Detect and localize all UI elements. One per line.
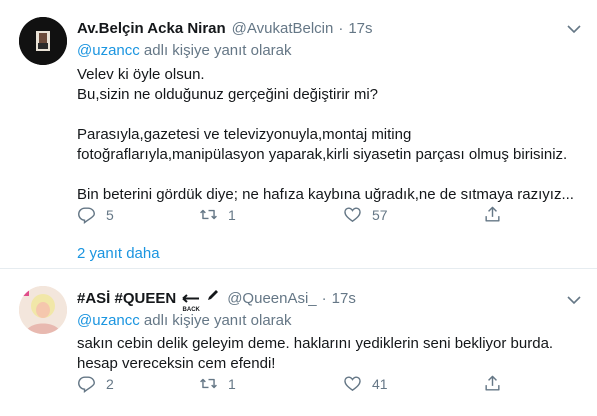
reply-button[interactable]: 2 (77, 374, 114, 393)
reply-suffix: adlı kişiye yanıt olarak (139, 312, 292, 329)
tweet-line: Parasıyla,gazetesi ve televizyonuyla,mon… (77, 126, 412, 143)
retweet-count: 1 (228, 375, 236, 392)
timestamp[interactable]: 17s (348, 20, 372, 37)
retweet-icon (200, 378, 217, 389)
display-name[interactable]: Av.Belçin Acka Niran (77, 20, 226, 37)
tweet-text: Velev ki öyle olsun. Bu,sizin ne olduğun… (77, 65, 582, 205)
tweet-text: sakın cebin delik geleyim deme. hakların… (77, 334, 582, 374)
retweet-icon (200, 209, 217, 220)
reply-count: 2 (106, 375, 114, 392)
show-more-replies-link[interactable]: 2 yanıt daha (77, 245, 160, 262)
share-icon (485, 206, 500, 222)
share-icon (485, 375, 500, 391)
avatar[interactable] (19, 17, 67, 65)
tweet-line: Bu,sizin ne olduğunuz gerçeğini değiştir… (77, 86, 378, 103)
display-name[interactable]: #ASİ #QUEEN (77, 290, 176, 307)
share-button[interactable] (483, 374, 502, 393)
retweet-count: 1 (228, 206, 236, 223)
tweet[interactable]: #ASİ #QUEEN BACK @QueenAsi_ · 17s @uzanc… (0, 268, 597, 416)
chevron-down-icon[interactable] (565, 291, 583, 309)
tweet[interactable]: Av.Belçin Acka Niran @AvukatBelcin · 17s… (0, 0, 597, 268)
reply-mention-link[interactable]: @uzancc (77, 42, 140, 59)
timestamp[interactable]: 17s (332, 290, 356, 307)
like-button[interactable]: 41 (343, 374, 388, 393)
like-count: 57 (372, 206, 388, 223)
chevron-down-icon[interactable] (565, 20, 583, 38)
tweet-line: sakın cebin delik geleyim deme. hakların… (77, 335, 554, 352)
tweet-line: hesap vereceksin cem efendi! (77, 355, 276, 372)
retweet-button[interactable]: 1 (199, 374, 236, 393)
retweet-button[interactable]: 1 (199, 205, 236, 224)
reply-suffix: adlı kişiye yanıt olarak (139, 42, 292, 59)
user-handle[interactable]: @QueenAsi_ (227, 290, 316, 307)
separator-dot: · (338, 20, 344, 37)
reply-mention-link[interactable]: @uzancc (77, 312, 140, 329)
avatar[interactable] (19, 286, 67, 334)
tweet-header: Av.Belçin Acka Niran @AvukatBelcin · 17s (77, 20, 373, 37)
tweet-line: fotoğraflarıyla,manipülasyon yaparak,kir… (77, 146, 568, 163)
replying-to: @uzancc adlı kişiye yanıt olarak (77, 42, 292, 59)
like-icon (344, 207, 361, 223)
user-handle[interactable]: @AvukatBelcin (232, 20, 334, 37)
like-button[interactable]: 57 (343, 205, 388, 224)
tweet-header: #ASİ #QUEEN BACK @QueenAsi_ · 17s (77, 287, 356, 314)
like-icon (344, 376, 361, 392)
reply-button[interactable]: 5 (77, 205, 114, 224)
tweet-line: Bin beterini gördük diye; ne hafıza kayb… (77, 186, 574, 203)
share-button[interactable] (483, 205, 502, 224)
tweet-line: Velev ki öyle olsun. (77, 66, 205, 83)
reply-icon (78, 376, 95, 393)
separator-dot: · (321, 290, 327, 307)
reply-count: 5 (106, 206, 114, 223)
replying-to: @uzancc adlı kişiye yanıt olarak (77, 312, 292, 329)
pencil-icon (208, 290, 219, 300)
back-arrow-icon: BACK (181, 294, 201, 314)
reply-icon (78, 207, 95, 224)
like-count: 41 (372, 375, 388, 392)
